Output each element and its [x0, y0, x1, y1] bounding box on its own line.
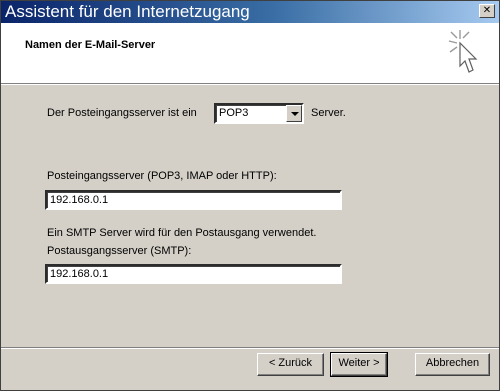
incoming-type-select[interactable]: POP3 — [214, 103, 304, 124]
wizard-header: Namen der E-Mail-Server — [1, 23, 499, 84]
outgoing-server-field[interactable] — [45, 264, 342, 284]
window-title: Assistent für den Internetzugang — [5, 2, 250, 21]
incoming-server-label: Posteingangsserver (POP3, IMAP oder HTTP… — [47, 170, 277, 182]
back-button[interactable]: < Zurück — [257, 353, 324, 376]
wizard-sparkle-cursor-icon — [448, 30, 478, 73]
wizard-window: Assistent für den Internetzugang ✕ Namen… — [0, 0, 500, 391]
chevron-down-icon[interactable] — [286, 105, 302, 122]
close-icon: ✕ — [482, 5, 492, 16]
cancel-button[interactable]: Abbrechen — [415, 353, 490, 376]
incoming-server-field[interactable] — [45, 190, 342, 210]
close-button[interactable]: ✕ — [479, 4, 495, 18]
title-bar[interactable]: Assistent für den Internetzugang ✕ — [1, 1, 499, 23]
page-title: Namen der E-Mail-Server — [25, 39, 156, 51]
divider — [1, 347, 499, 349]
incoming-type-value: POP3 — [219, 107, 249, 119]
smtp-info-text: Ein SMTP Server wird für den Postausgang… — [47, 227, 317, 239]
incoming-type-label: Der Posteingangsserver ist ein — [47, 107, 197, 119]
outgoing-server-label: Postausgangsserver (SMTP): — [47, 245, 192, 257]
incoming-type-suffix: Server. — [311, 107, 346, 119]
next-button[interactable]: Weiter > — [330, 352, 388, 377]
